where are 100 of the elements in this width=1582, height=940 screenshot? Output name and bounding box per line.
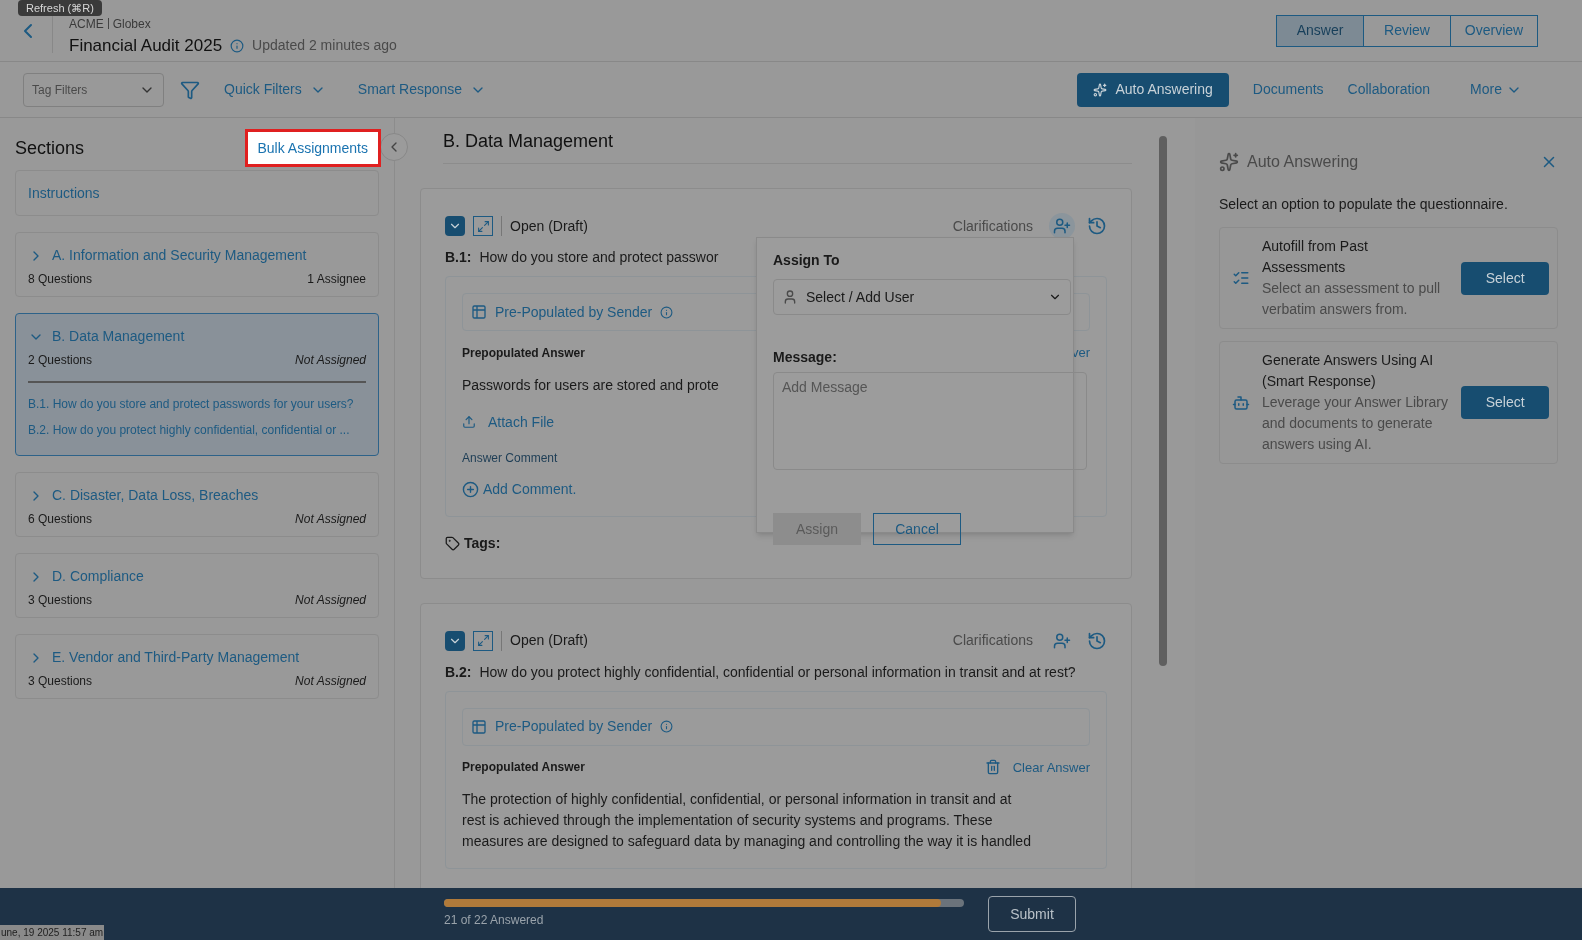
user-plus-icon	[1053, 217, 1071, 235]
question-count: 8 Questions	[28, 271, 93, 288]
section-title: B. Data Management	[52, 327, 185, 346]
option-description: Select an assessment to pull verbatim answers from.	[1262, 279, 1442, 319]
robot-icon	[1232, 393, 1250, 412]
message-label: Message:	[773, 348, 838, 367]
comment-label: Answer Comment	[462, 449, 559, 467]
panel-description: Select an option to populate the questionnaire.	[1219, 195, 1509, 214]
question-link[interactable]: B.1. How do you store and protect passwords for your users?	[28, 395, 366, 413]
info-icon	[230, 38, 245, 53]
assign-to-label: Assign To	[773, 251, 841, 270]
assignee-label: 1 Assignee	[307, 271, 366, 288]
section-title: A. Information and Security Management	[52, 246, 307, 265]
view-tab[interactable]: Overview	[1450, 14, 1538, 47]
select-button[interactable]: Select	[1461, 261, 1549, 295]
quick-filters-dropdown[interactable]: Quick Filters	[224, 79, 326, 100]
sparkle-icon	[1219, 152, 1239, 172]
submit-button[interactable]: Submit	[988, 896, 1076, 932]
history-icon[interactable]	[1087, 630, 1107, 651]
smart-response-dropdown[interactable]: Smart Response	[357, 79, 487, 100]
status-label: Open (Draft)	[510, 631, 588, 650]
view-tab[interactable]: Review	[1363, 14, 1451, 47]
expand-icon[interactable]	[473, 216, 493, 236]
prepopulated-label: Pre-Populated by Sender	[495, 302, 653, 322]
option-title: Generate Answers Using AI (Smart Response)	[1262, 351, 1435, 391]
sections-title: Sections	[15, 136, 85, 160]
option-description: Leverage your Answer Library and documents to generate answers using AI.	[1262, 393, 1449, 454]
audit-title: Financial Audit 2025	[69, 34, 223, 57]
clarifications-link[interactable]: Clarifications	[952, 215, 1033, 237]
user-icon	[782, 289, 798, 305]
question-count: 6 Questions	[28, 511, 93, 528]
question-count: 3 Questions	[28, 673, 93, 690]
assign-user-button[interactable]	[1049, 213, 1075, 239]
tag-filter-select[interactable]: Tag Filters	[23, 72, 164, 107]
select-button[interactable]: Select	[1461, 386, 1549, 419]
answer-text: The protection of highly confidential, confidential, or personal information in transit and at rest is achieved through the implementation of security systems and programs. These measures are designed to safeguard data by managing and controlling the way it is handled	[462, 790, 1031, 851]
question-text: How do you protect highly confidential, confidential or personal information in transit and at rest?	[479, 662, 1076, 682]
history-icon[interactable]	[1087, 216, 1107, 236]
answer-label: Prepopulated Answer	[462, 344, 585, 362]
upload-icon	[462, 415, 476, 429]
tooltip: Refresh (⌘R)	[18, 0, 102, 16]
tag-icon	[445, 535, 460, 551]
org-name: ACME	[69, 15, 104, 33]
assignee-label: Not Assigned	[295, 673, 366, 690]
table-icon	[471, 304, 487, 320]
answer-label: Prepopulated Answer	[462, 759, 585, 777]
info-icon	[660, 305, 674, 319]
question-link[interactable]: B.2. How do you protect highly confidential, confidential or ...	[28, 421, 366, 439]
collapse-toggle[interactable]	[445, 630, 465, 651]
trash-icon[interactable]	[984, 759, 1001, 776]
nav-link[interactable]: Collaboration	[1347, 79, 1431, 100]
question-number: B.1:	[445, 248, 472, 267]
instructions-item[interactable]: Instructions	[15, 170, 379, 216]
scrollbar[interactable]	[1159, 136, 1167, 666]
view-tab[interactable]: Answer	[1276, 14, 1364, 47]
sparkle-icon	[1093, 82, 1108, 97]
auto-answering-button[interactable]: Auto Answering	[1077, 72, 1229, 107]
info-icon	[660, 720, 674, 733]
section-heading: B. Data Management	[443, 130, 614, 153]
progress-label: 21 of 22 Answered	[444, 912, 545, 929]
section-item[interactable]: A. Information and Security Management 8 Questions 1 Assignee	[15, 232, 379, 297]
assignee-label: Not Assigned	[295, 352, 366, 369]
bulk-assignments-button[interactable]: Bulk Assignments	[244, 129, 381, 167]
updated-label: Updated 2 minutes ago	[252, 36, 397, 55]
assignee-label: Not Assigned	[295, 511, 366, 528]
user-select[interactable]: Select / Add User	[773, 279, 1071, 315]
message-field[interactable]: Add Message	[773, 372, 1087, 470]
assignee-label: Not Assigned	[295, 592, 366, 609]
option-title: Autofill from Past Assessments	[1262, 237, 1369, 277]
timestamp: une, 19 2025 11:57 am	[0, 925, 105, 940]
section-title: D. Compliance	[52, 567, 144, 586]
question-text: How do you store and protect passwor	[479, 248, 719, 267]
section-item[interactable]: C. Disaster, Data Loss, Breaches 6 Questions Not Assigned	[15, 472, 379, 537]
section-item[interactable]: B. Data Management 2 Questions Not Assigned B.1. How do you store and protect passwords for your users? B.2. How do you protect highly confidential, confidential or ...	[15, 313, 379, 456]
section-item[interactable]: E. Vendor and Third-Party Management 3 Questions Not Assigned	[15, 634, 379, 699]
cancel-button[interactable]: Cancel	[873, 513, 961, 545]
clarifications-link[interactable]: Clarifications	[952, 630, 1033, 651]
question-number: B.2:	[445, 662, 472, 682]
attach-file-button[interactable]: Attach File	[462, 411, 555, 433]
nav-link[interactable]: Documents	[1252, 79, 1324, 100]
table-icon	[471, 718, 487, 735]
filter-icon[interactable]	[180, 79, 200, 100]
list-icon	[1232, 269, 1250, 287]
collapse-panel-button[interactable]	[380, 133, 408, 161]
section-title: E. Vendor and Third-Party Management	[52, 648, 300, 667]
section-title: C. Disaster, Data Loss, Breaches	[52, 486, 259, 505]
collapse-toggle[interactable]	[445, 216, 465, 236]
clear-answer-link[interactable]: Clear Answer	[1012, 757, 1090, 777]
plus-circle-icon	[462, 480, 479, 498]
prepopulated-label: Pre-Populated by Sender	[495, 717, 653, 736]
client-name: Globex	[112, 15, 151, 33]
answer-text: Passwords for users are stored and prote	[462, 375, 719, 395]
user-plus-icon	[1053, 631, 1071, 650]
question-count: 3 Questions	[28, 592, 93, 609]
more-dropdown[interactable]: More	[1470, 79, 1522, 100]
add-comment-button[interactable]: Add Comment.	[462, 478, 577, 500]
question-count: 2 Questions	[28, 352, 93, 369]
section-item[interactable]: D. Compliance 3 Questions Not Assigned	[15, 553, 379, 618]
panel-title: Auto Answering	[1247, 152, 1359, 172]
expand-icon[interactable]	[473, 630, 493, 651]
